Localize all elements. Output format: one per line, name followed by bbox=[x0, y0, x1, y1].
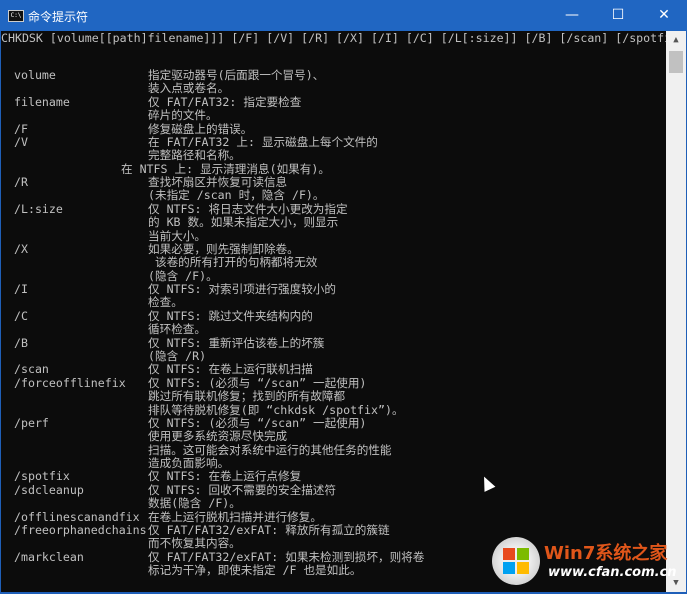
switch-description: 该卷的所有打开的句柄都将无效 bbox=[148, 255, 318, 270]
switch-name: /V bbox=[14, 134, 28, 149]
switch-description: 仅 NTFS: (必须与 “/scan” 一起使用) bbox=[148, 415, 367, 430]
switch-description: (隐含 /R) bbox=[148, 348, 207, 363]
switch-description: 检查。 bbox=[148, 295, 183, 310]
switch-description: 仅 FAT/FAT32: 指定要检查 bbox=[148, 94, 302, 109]
switch-name: /perf bbox=[14, 415, 49, 430]
switch-description: 修复磁盘上的错误。 bbox=[148, 121, 253, 136]
switch-description: 仅 FAT/FAT32/exFAT: 如果未检测到损坏，则将卷 bbox=[148, 549, 425, 564]
switch-description: 循环检查。 bbox=[148, 322, 206, 337]
switch-description: 仅 NTFS: 回收不需要的安全描述符 bbox=[148, 482, 336, 497]
usage-line: CHKDSK [volume[[path]filename]]] [/F] [/… bbox=[1, 31, 666, 45]
window-title: 命令提示符 bbox=[28, 10, 89, 24]
switch-description: 数据(隐含 /F)。 bbox=[148, 496, 241, 511]
switch-description: 排队等待脱机修复(即 “chkdsk /spotfix”)。 bbox=[148, 402, 404, 417]
windows-logo-icon bbox=[492, 537, 540, 585]
minimize-button[interactable]: — bbox=[549, 0, 595, 31]
switch-description: 仅 NTFS: 在卷上运行联机扫描 bbox=[148, 362, 313, 377]
switch-description: 碎片的文件。 bbox=[148, 108, 218, 123]
switch-description: 仅 NTFS: 重新评估该卷上的坏簇 bbox=[148, 335, 325, 350]
switch-description: 仅 NTFS: 跳过文件夹结构内的 bbox=[148, 308, 313, 323]
switch-description: 扫描。这可能会对系统中运行的其他任务的性能 bbox=[148, 442, 392, 457]
switch-name: /freeorphanedchains bbox=[14, 522, 147, 537]
switch-name: /F bbox=[14, 121, 28, 136]
switch-description: 查找坏扇区并恢复可读信息 bbox=[148, 175, 288, 190]
vertical-scrollbar[interactable]: ▲ ▼ bbox=[666, 31, 686, 592]
switch-name: /C bbox=[14, 308, 28, 323]
switch-name: /B bbox=[14, 335, 28, 350]
switch-description: 跳过所有联机修复；找到的所有故障都 bbox=[148, 389, 346, 404]
watermark-logo: Win7系统之家 www.cfan.com.cn bbox=[492, 537, 682, 593]
switch-description: 仅 NTFS: (必须与 “/scan” 一起使用) bbox=[148, 375, 367, 390]
switch-description: 标记为干净，即使未指定 /F 也是如此。 bbox=[148, 563, 362, 578]
switch-name: /spotfix bbox=[14, 469, 70, 484]
switch-name: /sdcleanup bbox=[14, 482, 84, 497]
switch-name: /I bbox=[14, 282, 28, 297]
close-button[interactable]: ✕ bbox=[641, 0, 687, 31]
switch-description: 仅 NTFS: 将日志文件大小更改为指定 bbox=[148, 201, 348, 216]
switch-description: 在 NTFS 上: 显示清理消息(如果有)。 bbox=[121, 161, 330, 176]
switch-description: (隐含 /F)。 bbox=[148, 268, 218, 283]
switch-description: 仅 NTFS: 在卷上运行点修复 bbox=[148, 469, 302, 484]
scroll-up-icon[interactable]: ▲ bbox=[666, 35, 686, 45]
switch-description: 的 KB 数。如果未指定大小，则显示 bbox=[148, 215, 339, 230]
switch-description: 装入点或卷名。 bbox=[148, 81, 230, 96]
switch-description: 仅 NTFS: 对索引项进行强度较小的 bbox=[148, 282, 336, 297]
switch-description: 而不恢复其内容。 bbox=[148, 536, 241, 551]
switch-description: 指定驱动器号(后面跟一个冒号)、 bbox=[148, 68, 325, 82]
switch-description: 在卷上运行脱机扫描并进行修复。 bbox=[148, 509, 322, 524]
switch-description: 仅 FAT/FAT32/exFAT: 释放所有孤立的簇链 bbox=[148, 522, 390, 537]
console-output[interactable]: CHKDSK [volume[[path]filename]]] [/F] [/… bbox=[1, 31, 666, 592]
switch-description: 使用更多系统资源尽快完成 bbox=[148, 429, 288, 444]
switch-name: /X bbox=[14, 241, 28, 256]
switch-name: /scan bbox=[14, 362, 49, 377]
switch-description: 完整路径和名称。 bbox=[148, 148, 241, 163]
switch-name: /markclean bbox=[14, 549, 84, 564]
switch-description: (未指定 /scan 时，隐含 /F)。 bbox=[148, 188, 325, 203]
switch-name: /R bbox=[14, 175, 28, 190]
switch-name: /offlinescanandfix bbox=[14, 509, 140, 524]
watermark-url: www.cfan.com.cn bbox=[548, 565, 677, 580]
switch-name: /L:size bbox=[14, 201, 63, 216]
cmd-icon: C:\ bbox=[8, 10, 24, 22]
switch-description: 当前大小。 bbox=[148, 228, 206, 243]
scroll-thumb[interactable] bbox=[669, 51, 683, 73]
title-bar[interactable]: C:\ 命令提示符 — ☐ ✕ bbox=[0, 0, 687, 31]
watermark-brand: Win7系统之家 bbox=[544, 543, 668, 564]
maximize-button[interactable]: ☐ bbox=[595, 0, 641, 31]
switch-description: 造成负面影响。 bbox=[148, 456, 230, 471]
switch-name: filename bbox=[14, 94, 70, 109]
switch-description: 如果必要，则先强制卸除卷。 bbox=[148, 241, 299, 256]
switch-name: volume bbox=[14, 68, 56, 82]
switch-name: /forceofflinefix bbox=[14, 375, 126, 390]
switch-description: 在 FAT/FAT32 上: 显示磁盘上每个文件的 bbox=[148, 134, 378, 149]
